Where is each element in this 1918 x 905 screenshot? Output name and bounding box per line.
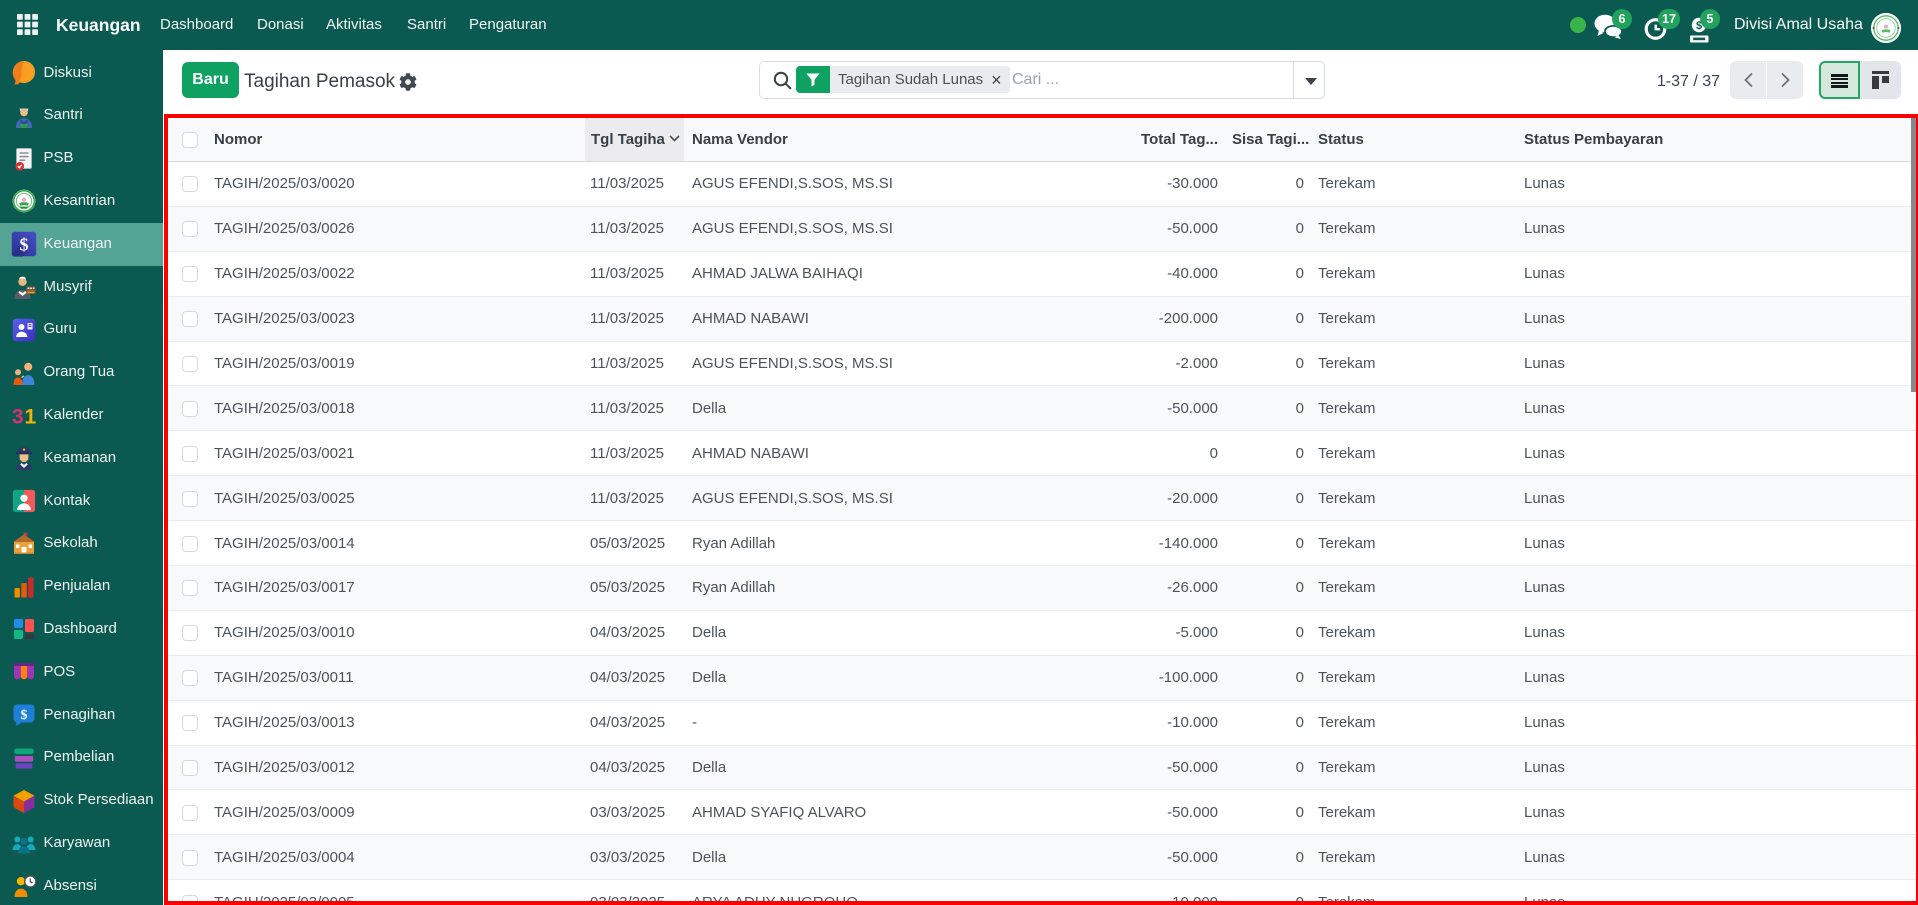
svg-text:$: $ xyxy=(20,235,29,255)
svg-text:1: 1 xyxy=(25,406,37,429)
svg-text:$: $ xyxy=(21,708,28,723)
svg-text:3: 3 xyxy=(12,406,24,429)
